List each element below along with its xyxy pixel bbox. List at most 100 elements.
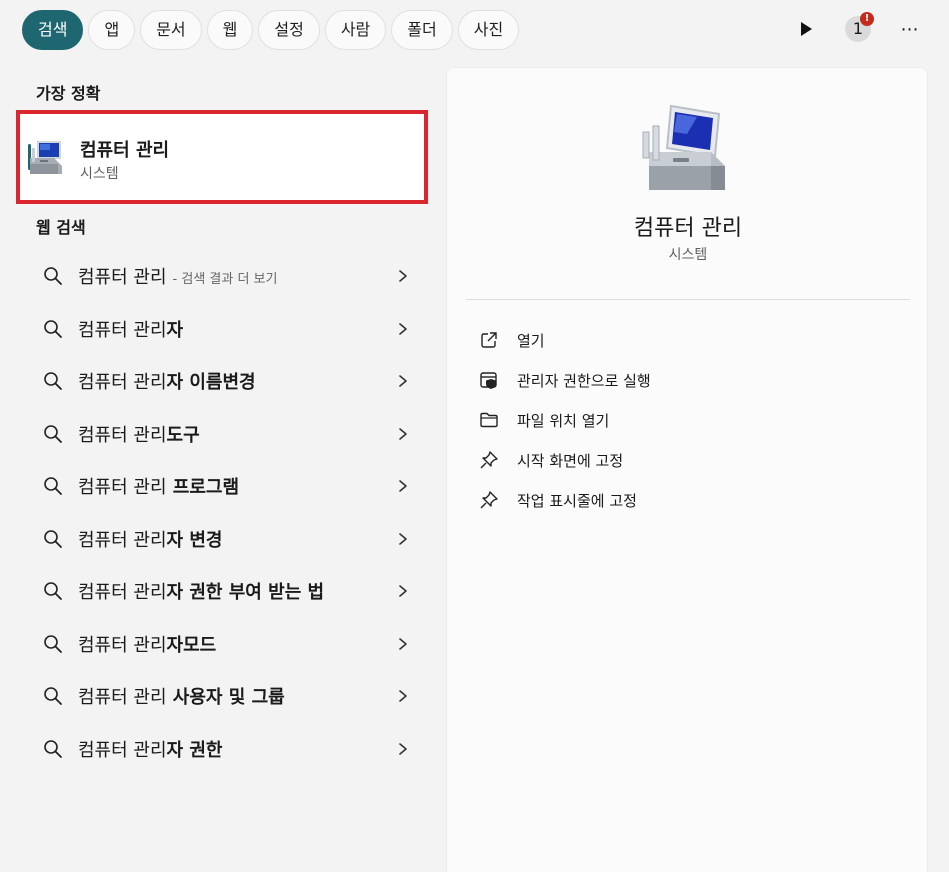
web-search-item[interactable]: 컴퓨터 관리 사용자 및 그룹 [0,670,430,723]
filter-chip-web[interactable]: 웹 [206,10,254,50]
query-prefix: 컴퓨터 관리 [78,372,167,394]
action-label: 열기 [517,331,545,350]
query-prefix: 컴퓨터 관리 [78,319,167,341]
notification-badge-button[interactable]: 1 ! [841,12,875,46]
search-window: 검색 앱 문서 웹 설정 사람 폴더 사진 1 ! ⋯ 가장 정확 컴퓨터 관리… [0,0,949,872]
web-search-item[interactable]: 컴퓨터 관리자 권한 [0,723,430,776]
web-search-text: 컴퓨터 관리 프로그램 [78,473,245,499]
query-completion: 자 권한 부여 받는 법 [166,582,325,604]
search-icon [44,582,62,600]
search-icon [44,687,62,705]
query-completion: 자 변경 [166,529,223,551]
query-prefix: 컴퓨터 관리 [78,424,167,446]
query-prefix: 컴퓨터 관리 [78,529,167,551]
action-pin-to-taskbar[interactable]: 작업 표시줄에 고정 [479,480,651,520]
web-search-item[interactable]: 컴퓨터 관리자 [0,303,430,356]
chevron-right-icon [399,427,407,440]
search-icon [44,424,62,443]
query-completion: 프로그램 [166,477,240,499]
action-label: 시작 화면에 고정 [517,451,624,470]
query-prefix: 컴퓨터 관리 [78,739,167,761]
best-match-subtitle: 시스템 [80,166,119,182]
web-search-item[interactable]: 컴퓨터 관리도구 [0,408,430,461]
admin-shield-icon [480,372,497,389]
chevron-right-icon [399,375,407,387]
play-button[interactable] [789,12,823,46]
computer-management-icon [30,141,62,174]
chevron-right-icon [399,480,407,492]
best-match-heading: 가장 정확 [36,84,101,103]
web-search-text: 컴퓨터 관리자 이름변경 [78,368,262,394]
filter-chip-apps[interactable]: 앱 [88,10,136,50]
search-icon [44,319,62,338]
details-panel: 컴퓨터 관리 시스템 열기 관리자 권한으로 실행 파일 위치 열기 시작 화면… [446,67,928,872]
alert-badge-icon: ! [860,12,874,26]
web-search-text: 컴퓨터 관리 - 검색 결과 더 보기 [78,263,277,289]
chevron-right-icon [399,270,407,282]
web-search-item[interactable]: 컴퓨터 관리자 이름변경 [0,355,430,408]
more-results-hint: - 검색 결과 더 보기 [172,272,278,288]
query-completion: 도구 [166,424,200,446]
filter-chip-search[interactable]: 검색 [22,10,84,50]
chevron-right-icon [399,585,407,597]
web-search-text: 컴퓨터 관리자 변경 [78,526,228,552]
web-search-text: 컴퓨터 관리자모드 [78,631,222,657]
folder-icon [480,412,498,428]
web-search-text: 컴퓨터 관리자 [78,316,189,342]
web-search-text: 컴퓨터 관리자 권한 [78,736,228,762]
computer-management-icon [642,104,725,190]
web-search-item[interactable]: 컴퓨터 관리 프로그램 [0,460,430,513]
toolbar-right: 1 ! ⋯ [789,12,927,46]
web-search-text: 컴퓨터 관리 사용자 및 그룹 [78,683,291,709]
panel-title: 컴퓨터 관리 [633,216,743,241]
play-icon [801,22,812,36]
chevron-right-icon [399,637,407,650]
filter-bar: 검색 앱 문서 웹 설정 사람 폴더 사진 [22,10,520,50]
filter-chip-folders[interactable]: 폴더 [391,10,453,50]
web-search-item[interactable]: 컴퓨터 관리자 변경 [0,513,430,566]
action-run-as-admin[interactable]: 관리자 권한으로 실행 [479,360,651,400]
pin-icon [480,491,498,509]
filter-chip-photos[interactable]: 사진 [457,10,520,50]
web-search-item[interactable]: 컴퓨터 관리자모드 [0,618,430,671]
search-icon [44,634,62,653]
chevron-right-icon [399,532,407,545]
panel-subtitle: 시스템 [668,247,708,263]
action-label: 작업 표시줄에 고정 [517,491,637,510]
chevron-right-icon [399,322,407,335]
action-open[interactable]: 열기 [479,320,651,360]
query-prefix: 컴퓨터 관리 [78,582,167,604]
query-prefix: 컴퓨터 관리 [78,477,167,499]
filter-chip-settings[interactable]: 설정 [258,10,320,50]
more-options-button[interactable]: ⋯ [893,12,927,46]
web-search-text: 컴퓨터 관리자 권한 부여 받는 법 [78,578,330,604]
chevron-right-icon [399,690,407,702]
web-search-text: 컴퓨터 관리도구 [78,421,206,447]
divider [466,299,910,300]
query-completion: 자모드 [166,634,217,656]
web-search-item[interactable]: 컴퓨터 관리자 권한 부여 받는 법 [0,565,430,618]
query-completion: 자 이름변경 [166,372,256,394]
best-match-title: 컴퓨터 관리 [80,140,170,161]
search-icon [44,529,62,548]
action-label: 관리자 권한으로 실행 [517,371,651,390]
web-search-item[interactable]: 컴퓨터 관리 - 검색 결과 더 보기 [0,250,430,303]
query-prefix: 컴퓨터 관리 [78,634,167,656]
query-prefix: 컴퓨터 관리 [78,687,167,709]
action-label: 파일 위치 열기 [517,411,610,430]
action-pin-to-start[interactable]: 시작 화면에 고정 [479,440,651,480]
query-prefix: 컴퓨터 관리 [78,267,167,289]
pin-icon [480,451,498,469]
search-icon [44,267,62,285]
search-icon [44,372,62,390]
query-completion: 자 [166,319,184,341]
filter-chip-people[interactable]: 사람 [324,10,387,50]
search-icon [44,739,62,758]
web-search-heading: 웹 검색 [36,218,86,237]
search-icon [44,477,62,495]
action-list: 열기 관리자 권한으로 실행 파일 위치 열기 시작 화면에 고정 작업 표시줄… [479,320,651,520]
query-completion: 사용자 및 그룹 [166,687,285,709]
best-match-result[interactable]: 컴퓨터 관리 시스템 [16,110,428,204]
action-open-file-location[interactable]: 파일 위치 열기 [479,400,651,440]
filter-chip-documents[interactable]: 문서 [140,10,202,50]
